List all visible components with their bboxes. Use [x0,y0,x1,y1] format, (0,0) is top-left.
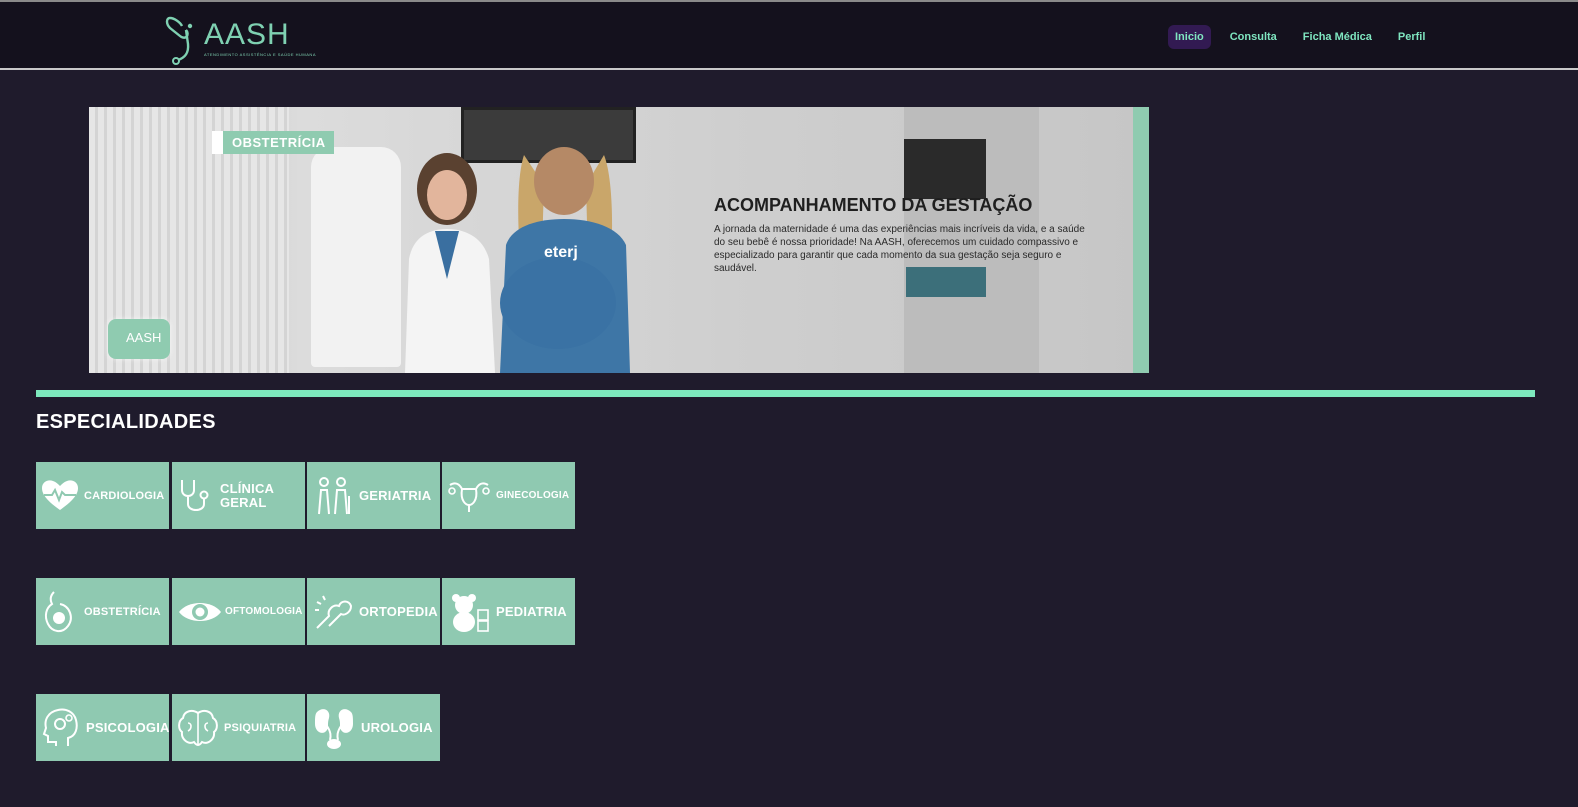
kidneys-icon [315,708,353,749]
doctor-figure [405,153,495,373]
specialty-urologia[interactable]: UROLOGIA [307,694,440,761]
bone-joint-icon [315,595,353,629]
specialty-label: PSICOLOGIA [86,719,170,735]
site-logo[interactable]: AASH ATENDIMENTO ASSISTÊNCIA E SAÚDE HUM… [164,14,315,66]
main-nav: Inicio Consulta Ficha Médica Perfil [1168,24,1432,50]
logo-tagline: ATENDIMENTO ASSISTÊNCIA E SAÚDE HUMANA [204,52,316,57]
stethoscope-icon [181,479,209,511]
specialty-clinica-geral[interactable]: CLÍNICA GERAL [172,462,305,529]
specialty-label: UROLOGIA [361,719,433,735]
specialty-pediatria[interactable]: PEDIATRIA [442,578,575,645]
specialty-label: GERIATRIA [359,487,432,503]
brain-icon [178,709,218,746]
banner-tag: OBSTETRÍCIA [212,131,334,154]
nav-inicio[interactable]: Inicio [1168,25,1211,49]
specialty-geriatria[interactable]: GERIATRIA [307,462,440,529]
pregnancy-icon [44,590,72,632]
navbar: AASH ATENDIMENTO ASSISTÊNCIA E SAÚDE HUM… [0,2,1578,70]
specialties-title: ESPECIALIDADES [36,411,216,433]
banner-logo-text: AASH [126,330,162,345]
specialty-label: ORTOPEDIA [359,603,438,619]
specialty-label: CARDIOLOGIA [84,489,165,502]
nav-consulta[interactable]: Consulta [1223,25,1284,49]
specialty-psiquiatria[interactable]: PSIQUIATRIA [172,694,305,761]
banner-chair [311,147,401,367]
specialty-label: GINECOLOGIA [496,489,570,501]
banner-accent-bar [1133,107,1149,373]
shirt-text: eterj [544,244,578,261]
hero-banner[interactable]: eterj OBSTETRÍCIA ACOMPANHAMENTO DA GEST… [89,107,1149,373]
logo-text: AASH [204,18,290,51]
banner-box [904,139,986,199]
uterus-icon [448,481,490,512]
specialty-oftomologia[interactable]: OFTOMOLOGIA [172,578,305,645]
pregnant-patient-figure: eterj [500,147,630,373]
specialty-cardiologia[interactable]: CARDIOLOGIA [36,462,169,529]
banner-logo: AASH [108,319,170,359]
specialty-label: PEDIATRIA [496,603,567,619]
banner-title: ACOMPANHAMENTO DA GESTAÇÃO [714,195,1033,215]
specialty-label: CLÍNICA GERAL [220,480,274,510]
banner-description: A jornada da maternidade é uma das exper… [714,224,1085,274]
stethoscope-logo-icon [165,16,193,65]
heart-pulse-icon [42,479,78,510]
nav-perfil[interactable]: Perfil [1391,25,1433,49]
head-gears-icon [42,708,78,746]
elderly-icon [318,476,350,514]
specialty-label: PSIQUIATRIA [224,721,297,734]
teddy-bear-icon [452,593,489,632]
specialty-obstetricia[interactable]: OBSTETRÍCIA [36,578,169,645]
specialty-label: OBSTETRÍCIA [84,605,161,618]
specialty-label: OFTOMOLOGIA [225,605,303,617]
section-divider [36,390,1535,397]
eye-icon [179,602,221,621]
specialty-ginecologia[interactable]: GINECOLOGIA [442,462,575,529]
specialty-ortopedia[interactable]: ORTOPEDIA [307,578,440,645]
nav-ficha-medica[interactable]: Ficha Médica [1296,25,1379,49]
specialty-psicologia[interactable]: PSICOLOGIA [36,694,169,761]
